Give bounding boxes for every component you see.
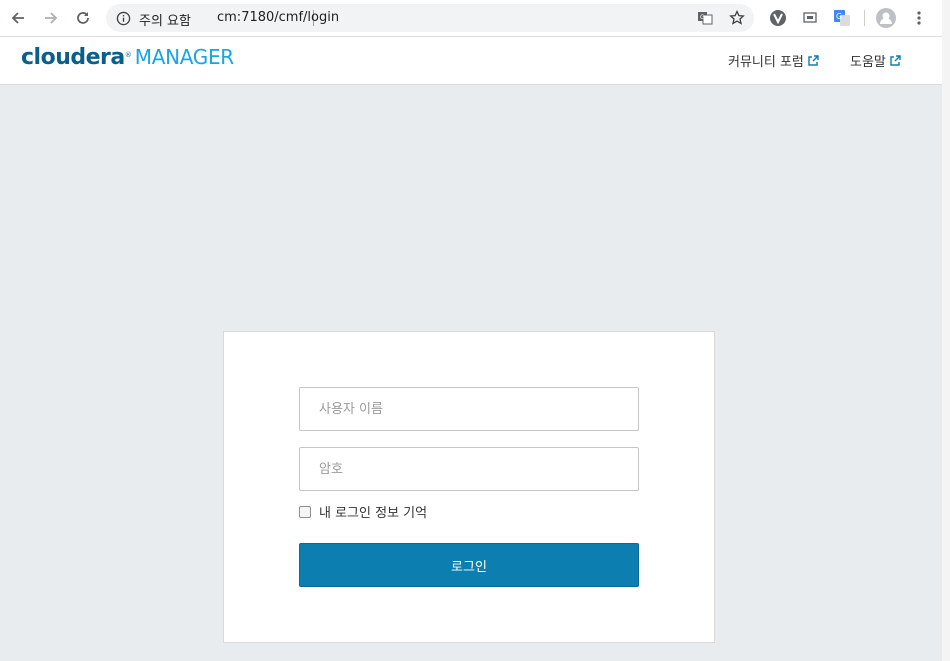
extension-v-icon[interactable] [768,8,788,28]
svg-text:G: G [836,12,842,21]
forward-icon[interactable] [40,7,62,29]
community-forum-link[interactable]: 커뮤니티 포럼 [728,51,819,70]
logo-product: MANAGER [134,45,234,69]
community-forum-label: 커뮤니티 포럼 [728,55,804,70]
external-link-icon [890,54,901,66]
remember-me[interactable]: 내 로그인 정보 기억 [299,502,427,521]
help-link[interactable]: 도움말 [850,51,901,70]
external-link-icon [808,54,819,66]
password-input[interactable] [299,447,639,491]
url-text[interactable]: cm:7180/cmf/login [217,10,339,25]
remember-label: 내 로그인 정보 기억 [319,506,428,521]
help-label: 도움말 [850,55,886,70]
star-icon[interactable] [728,9,746,27]
username-input[interactable] [299,387,639,431]
address-bar[interactable]: 주의 요함 cm:7180/cmf/login G [106,4,754,32]
remember-checkbox[interactable] [299,505,311,518]
translate-icon[interactable]: G [696,9,714,27]
info-icon[interactable] [114,9,132,27]
back-icon[interactable] [7,7,29,29]
reload-icon[interactable] [72,7,94,29]
app-header: cloudera® MANAGER 커뮤니티 포럼 도움말 [0,37,942,85]
svg-text:G: G [700,14,705,21]
logo-trademark: ® [124,51,132,59]
extension-google-translate-icon[interactable]: G [832,8,852,28]
login-card: 내 로그인 정보 기억 로그인 [223,331,715,643]
window-edge [942,0,950,661]
menu-icon[interactable] [909,8,929,28]
extension-cast-icon[interactable] [800,8,820,28]
toolbar-divider [864,10,865,26]
security-label: 주의 요함 [139,14,191,29]
browser-toolbar: 주의 요함 cm:7180/cmf/login G G [0,0,942,37]
profile-icon[interactable] [876,8,896,28]
logo-brand: cloudera [21,45,125,70]
cloudera-manager-logo[interactable]: cloudera® MANAGER [21,45,234,75]
login-button[interactable]: 로그인 [299,543,639,587]
